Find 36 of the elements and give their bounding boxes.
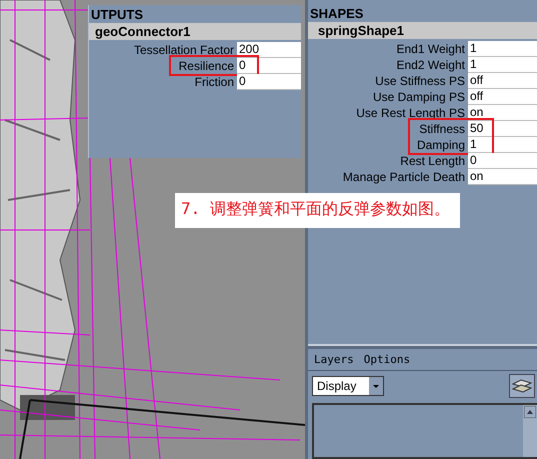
node-name-bar: geoConnector1 bbox=[89, 23, 301, 40]
layers-icon[interactable] bbox=[509, 374, 535, 398]
attribute-value-field[interactable]: off bbox=[468, 89, 537, 105]
attribute-label: Rest Length bbox=[399, 153, 466, 169]
attribute-value-field[interactable]: off bbox=[468, 73, 537, 89]
attribute-label: Manage Particle Death bbox=[342, 169, 466, 185]
section-header: UTPUTS bbox=[90, 6, 144, 23]
attribute-label: Damping bbox=[416, 137, 466, 153]
attribute-label: End1 Weight bbox=[396, 41, 466, 57]
node-name-bar: springShape1 bbox=[308, 22, 537, 39]
attribute-label: Tessellation Factor bbox=[132, 42, 235, 58]
attribute-label: End2 Weight bbox=[396, 57, 466, 73]
scrollbar[interactable] bbox=[523, 405, 537, 457]
scroll-up-icon[interactable] bbox=[524, 406, 536, 418]
caret-icon bbox=[369, 377, 383, 395]
menu-item[interactable]: Layers bbox=[314, 353, 354, 366]
attribute-value-field[interactable]: 1 bbox=[468, 41, 537, 57]
attribute-value-field[interactable]: 1 bbox=[468, 137, 537, 153]
attribute-value-field[interactable]: 1 bbox=[468, 57, 537, 73]
attribute-label: Use Stiffness PS bbox=[374, 73, 466, 89]
attribute-value-field[interactable]: 50 bbox=[468, 121, 537, 137]
section-header: SHAPES bbox=[309, 5, 364, 22]
attribute-label: Use Rest Length PS bbox=[355, 105, 466, 121]
menu-item[interactable]: Options bbox=[364, 353, 410, 366]
attribute-label: Resilience bbox=[178, 58, 235, 74]
attribute-value-field[interactable]: 200 bbox=[237, 42, 301, 58]
attribute-value-field[interactable]: 0 bbox=[237, 58, 301, 74]
attribute-value-field[interactable]: on bbox=[468, 169, 537, 185]
attribute-value-field[interactable]: 0 bbox=[237, 74, 301, 90]
display-dropdown[interactable]: Display bbox=[312, 376, 384, 396]
attribute-value-field[interactable]: 0 bbox=[468, 153, 537, 169]
attribute-label: Stiffness bbox=[418, 121, 466, 137]
attribute-label: Friction bbox=[194, 74, 235, 90]
attribute-label: Use Damping PS bbox=[372, 89, 466, 105]
caption-text: 7. 调整弹簧和平面的反弹参数如图。 bbox=[175, 193, 460, 228]
attribute-value-field[interactable]: on bbox=[468, 105, 537, 121]
